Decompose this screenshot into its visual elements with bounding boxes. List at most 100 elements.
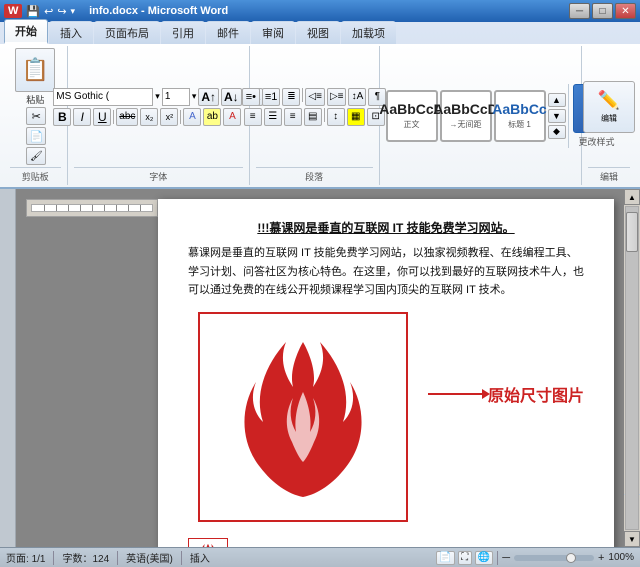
shading-button[interactable]: ▦	[347, 108, 365, 126]
font-name-field[interactable]: MS Gothic (	[53, 88, 153, 106]
italic-button[interactable]: I	[73, 108, 91, 126]
titlebar: W 💾 ↩ ↪ ▾ info.docx - Microsoft Word ─ □…	[0, 0, 640, 22]
tab-references[interactable]: 引用	[161, 21, 205, 44]
scroll-down-button[interactable]: ▼	[624, 531, 640, 547]
scroll-track[interactable]	[625, 206, 639, 530]
multilevel-button[interactable]: ≣	[282, 88, 300, 106]
font-size-field[interactable]: 1	[162, 88, 190, 106]
font-name-text: MS Gothic (	[56, 91, 109, 102]
format-paint-button[interactable]: 🖌	[26, 147, 46, 165]
web-view-button[interactable]: 🌐	[475, 551, 493, 565]
tab-insert[interactable]: 插入	[49, 21, 93, 44]
scroll-thumb[interactable]	[626, 212, 638, 252]
scroll-up-button[interactable]: ▲	[624, 189, 640, 205]
line-spacing-button[interactable]: ↕	[327, 108, 345, 126]
styles-up-button[interactable]: ▲	[548, 93, 566, 107]
tab-view[interactable]: 视图	[296, 21, 340, 44]
style-normal[interactable]: AaBbCcD 正文	[386, 90, 438, 142]
decrease-indent-button[interactable]: ◁≡	[305, 88, 325, 106]
clipboard-label: 剪贴板	[10, 167, 61, 183]
document-area: !!!慕课网是垂直的互联网 IT 技能免费学习网站。 慕课网是垂直的互联网 IT…	[16, 189, 624, 547]
language-status: 英语(美国)	[126, 550, 173, 565]
window-controls[interactable]: ─ □ ✕	[569, 3, 636, 19]
text-highlight-button[interactable]: ab	[203, 108, 221, 126]
style-heading1[interactable]: AaBbCc 标题 1	[494, 90, 546, 142]
insert-mode-status: 插入	[190, 550, 210, 565]
quick-access-undo[interactable]: ↩	[44, 5, 53, 18]
word-icon: W	[4, 4, 22, 18]
increase-indent-button[interactable]: ▷≡	[327, 88, 347, 106]
tab-home[interactable]: 开始	[4, 19, 48, 44]
fullscreen-view-button[interactable]: ⛶	[458, 551, 472, 565]
style-normal-label: 正文	[404, 119, 420, 130]
close-button[interactable]: ✕	[615, 3, 636, 19]
window-title: info.docx - Microsoft Word	[89, 5, 228, 17]
underline-button[interactable]: U	[93, 108, 111, 126]
paste-button[interactable]: 📋	[15, 48, 55, 92]
scaled-image-row: 缩放后图片	[188, 538, 584, 547]
tab-review[interactable]: 审阅	[251, 21, 295, 44]
tab-mail[interactable]: 邮件	[206, 21, 250, 44]
tab-addins[interactable]: 加载项	[341, 21, 396, 44]
bold-button[interactable]: B	[53, 108, 71, 126]
editing-button[interactable]: ✏️ 编辑	[583, 81, 635, 133]
original-image-frame[interactable]	[198, 312, 408, 522]
zoom-increase-button[interactable]: +	[598, 552, 604, 564]
font-content: MS Gothic ( ▾ 1 ▾ A↑ A↓ Aa B I U abc	[53, 48, 263, 165]
editing-content: ✏️ 编辑	[583, 48, 635, 165]
group-paragraph: ≡• ≡1 ≣ ◁≡ ▷≡ ↕A ¶ ≡ ☰ ≡ ▤ ↕ ▦	[250, 46, 380, 185]
scaled-label: 缩放后图片	[301, 545, 391, 547]
ruler	[26, 199, 158, 217]
zoom-slider[interactable]	[514, 555, 594, 561]
decrease-font-button[interactable]: A↓	[221, 88, 242, 106]
font-size-text: 1	[165, 91, 171, 102]
numbering-button[interactable]: ≡1	[262, 88, 281, 106]
increase-font-button[interactable]: A↑	[198, 88, 219, 106]
superscript-button[interactable]: x²	[160, 108, 178, 126]
subscript-button[interactable]: x₂	[140, 108, 158, 126]
fire-image	[238, 332, 368, 502]
quick-access-dropdown[interactable]: ▾	[71, 6, 76, 17]
font-size-dropdown-icon[interactable]: ▾	[192, 91, 197, 102]
align-right-button[interactable]: ≡	[284, 108, 302, 126]
group-editing: ✏️ 编辑 编辑	[582, 46, 636, 185]
minimize-button[interactable]: ─	[569, 3, 590, 19]
titlebar-left: W 💾 ↩ ↪ ▾ info.docx - Microsoft Word	[4, 4, 228, 18]
font-label: 字体	[74, 167, 243, 183]
zoom-decrease-button[interactable]: ─	[502, 552, 510, 564]
font-dropdown-icon[interactable]: ▾	[155, 91, 160, 102]
view-buttons: 📄 ⛶ 🌐	[436, 551, 493, 565]
doc-body: 慕课网是垂直的互联网 IT 技能免费学习网站，以独家视频教程、在线编程工具、学习…	[188, 244, 584, 300]
style-no-spacing[interactable]: AaBbCcD →无间距	[440, 90, 492, 142]
word-count-status: 字数：124	[62, 550, 109, 565]
page-status: 页面: 1/1	[6, 550, 45, 565]
ribbon: 开始 插入 页面布局 引用 邮件 审阅 视图 加载项 📋 粘贴 ✂ 📄 🖌 剪贴…	[0, 22, 640, 189]
text-effect-button[interactable]: A	[183, 108, 201, 126]
strikethrough-button[interactable]: abc	[116, 108, 138, 126]
styles-down-button[interactable]: ▼	[548, 109, 566, 123]
editing-group-label: 编辑	[588, 167, 630, 183]
quick-access-save[interactable]: 💾	[26, 5, 40, 18]
copy-button[interactable]: 📄	[26, 127, 46, 145]
style-no-spacing-label: →无间距	[450, 119, 482, 130]
print-view-button[interactable]: 📄	[436, 551, 454, 565]
styles-more-button[interactable]: ◆	[548, 125, 566, 139]
scaled-image-frame[interactable]	[188, 538, 228, 547]
scaled-annotation: 缩放后图片	[236, 545, 391, 547]
sort-button[interactable]: ↕A	[348, 88, 366, 106]
doc-title: !!!慕课网是垂直的互联网 IT 技能免费学习网站。	[188, 219, 584, 236]
statusbar: 页面: 1/1 字数：124 英语(美国) 插入 📄 ⛶ 🌐 ─ + 100%	[0, 547, 640, 567]
status-right: 📄 ⛶ 🌐 ─ + 100%	[436, 551, 634, 565]
justify-button[interactable]: ▤	[304, 108, 322, 126]
font-color-button[interactable]: A	[223, 108, 241, 126]
align-left-button[interactable]: ≡	[244, 108, 262, 126]
maximize-button[interactable]: □	[592, 3, 613, 19]
ribbon-tabs: 开始 插入 页面布局 引用 邮件 审阅 视图 加载项	[0, 22, 640, 44]
bullets-button[interactable]: ≡•	[242, 88, 260, 106]
tab-layout[interactable]: 页面布局	[94, 21, 160, 44]
quick-access-redo[interactable]: ↪	[57, 5, 66, 18]
zoom-thumb[interactable]	[566, 553, 576, 563]
cut-button[interactable]: ✂	[26, 107, 46, 125]
vertical-scrollbar[interactable]: ▲ ▼	[624, 189, 640, 547]
align-center-button[interactable]: ☰	[264, 108, 282, 126]
